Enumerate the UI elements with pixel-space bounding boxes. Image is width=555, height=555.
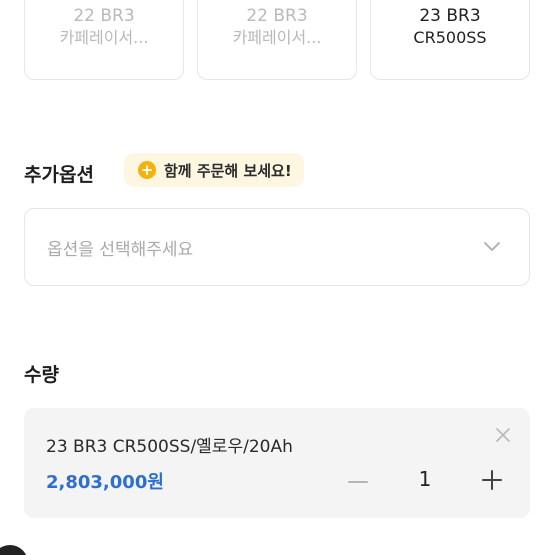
- floating-button-edge[interactable]: [0, 545, 28, 555]
- additional-options-title: 추가옵션: [24, 164, 94, 186]
- increase-quantity-button[interactable]: [480, 468, 504, 492]
- option-select[interactable]: 옵션을 선택해주세요: [24, 208, 530, 286]
- option-select-placeholder: 옵션을 선택해주세요: [47, 239, 194, 260]
- promo-badge: + 함께 주문해 보세요!: [124, 153, 304, 187]
- selected-item-name: 23 BR3 CR500SS/옐로우/20Ah: [46, 437, 293, 457]
- variant-card-3-subtitle: CR500SS: [413, 28, 487, 47]
- quantity-value: 1: [418, 467, 432, 491]
- variant-card-3[interactable]: 23 BR3 CR500SS: [370, 0, 530, 80]
- selected-item-box: 23 BR3 CR500SS/옐로우/20Ah 2,803,000원 1: [24, 408, 530, 518]
- selected-item-price: 2,803,000원: [46, 472, 164, 493]
- variant-card-2[interactable]: 22 BR3 카페레이서...: [197, 0, 357, 80]
- promo-text: 함께 주문해 보세요!: [164, 161, 292, 180]
- plus-circle-icon: +: [138, 161, 156, 179]
- variant-card-3-title: 23 BR3: [419, 6, 481, 26]
- variant-card-1[interactable]: 22 BR3 카페레이서...: [24, 0, 184, 80]
- variant-card-2-subtitle: 카페레이서...: [232, 28, 322, 47]
- chevron-down-icon: [484, 242, 500, 251]
- remove-item-button[interactable]: [494, 426, 512, 444]
- variant-card-1-title: 22 BR3: [73, 6, 135, 26]
- variant-card-2-title: 22 BR3: [246, 6, 308, 26]
- quantity-title: 수량: [24, 364, 59, 386]
- variant-card-1-subtitle: 카페레이서...: [59, 28, 149, 47]
- decrease-quantity-button[interactable]: [346, 470, 370, 494]
